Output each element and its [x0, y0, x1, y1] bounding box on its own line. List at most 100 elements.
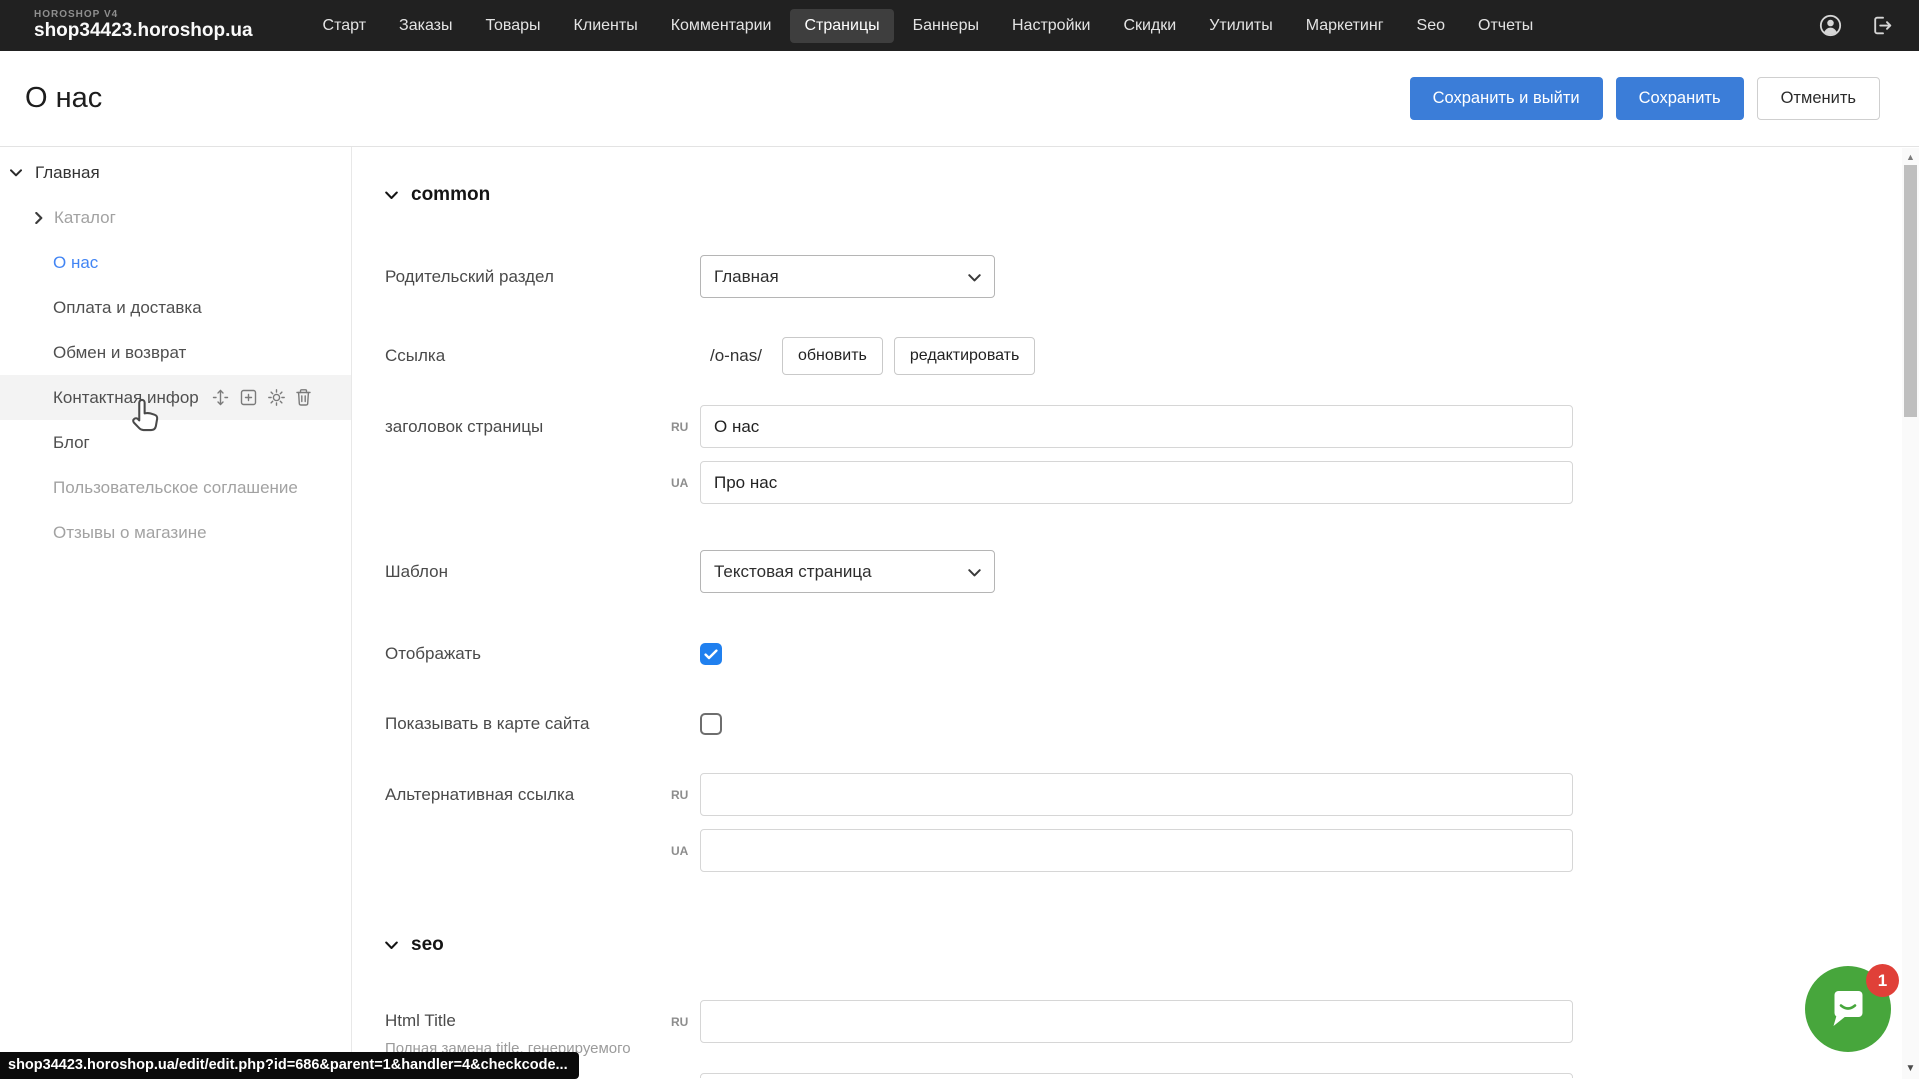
- topbar: HOROSHOP V4 shop34423.horoshop.ua Старт …: [0, 0, 1919, 51]
- lang-ru-badge: RU: [671, 1015, 688, 1029]
- field-label: Отображать: [385, 644, 700, 664]
- scrollbar-thumb[interactable]: [1904, 165, 1917, 417]
- brand-domain: shop34423.horoshop.ua: [34, 21, 253, 41]
- parent-section-row: Родительский раздел Главная: [385, 255, 1919, 298]
- display-row: Отображать: [385, 643, 1919, 665]
- nav-item-comments[interactable]: Комментарии: [657, 9, 786, 43]
- lang-ru-badge: RU: [671, 420, 688, 434]
- nav-item-utilities[interactable]: Утилиты: [1195, 9, 1287, 43]
- page-title-row: заголовок страницы RU UA: [385, 405, 1919, 504]
- pages-tree-sidebar: Главная Каталог О нас Оплата и доставка …: [0, 147, 352, 1078]
- section-seo-header[interactable]: seo: [385, 934, 1919, 956]
- nav-item-seo[interactable]: Seo: [1403, 9, 1459, 43]
- chevron-down-icon[interactable]: [10, 169, 22, 177]
- lang-ua-badge: UA: [671, 476, 688, 490]
- alt-link-ua-input[interactable]: [700, 829, 1573, 872]
- cancel-button[interactable]: Отменить: [1757, 77, 1880, 120]
- chat-button[interactable]: 1: [1805, 966, 1891, 1052]
- save-exit-button[interactable]: Сохранить и выйти: [1410, 77, 1603, 120]
- page-title-ua-input[interactable]: [700, 461, 1573, 504]
- sidebar-item-katalog[interactable]: Каталог: [0, 195, 351, 240]
- sidebar-item-label: Блог: [53, 433, 90, 453]
- html-title-ua-input[interactable]: [700, 1073, 1573, 1078]
- field-label: Ссылка: [385, 346, 700, 366]
- save-button[interactable]: Сохранить: [1616, 77, 1744, 120]
- nav-item-settings[interactable]: Настройки: [998, 9, 1104, 43]
- chevron-down-icon: [968, 267, 981, 287]
- select-value: Главная: [714, 267, 779, 287]
- template-select[interactable]: Текстовая страница: [700, 550, 995, 593]
- nav-item-products[interactable]: Товары: [472, 9, 555, 43]
- sidebar-item-o-nas[interactable]: О нас: [0, 240, 351, 285]
- gear-icon[interactable]: [267, 388, 286, 407]
- page-edit-form: common Родительский раздел Главная Ссылк…: [352, 147, 1919, 1078]
- nav-item-orders[interactable]: Заказы: [385, 9, 466, 43]
- html-title-ru-input[interactable]: [700, 1000, 1573, 1043]
- nav-item-discounts[interactable]: Скидки: [1109, 9, 1190, 43]
- brand-version: HOROSHOP V4: [34, 10, 253, 21]
- sidebar-item-obmen[interactable]: Обмен и возврат: [0, 330, 351, 375]
- template-row: Шаблон Текстовая страница: [385, 550, 1919, 593]
- link-edit-button[interactable]: редактировать: [894, 337, 1035, 375]
- chevron-right-icon[interactable]: [35, 212, 43, 224]
- sidebar-item-label: Обмен и возврат: [53, 343, 186, 363]
- field-label: Html Title: [385, 1011, 700, 1031]
- sidebar-item-label: Каталог: [54, 208, 116, 228]
- sidebar-item-label: Оплата и доставка: [53, 298, 202, 318]
- sidebar-item-glavnaya[interactable]: Главная: [0, 150, 351, 195]
- nav-item-clients[interactable]: Клиенты: [560, 9, 652, 43]
- link-refresh-button[interactable]: обновить: [782, 337, 883, 375]
- chat-bubble-icon: [1824, 983, 1872, 1036]
- move-icon[interactable]: [211, 388, 230, 407]
- page-title: О нас: [25, 82, 102, 115]
- sidebar-item-kontaktnaya[interactable]: Контактная инфор: [0, 375, 351, 420]
- user-account-icon[interactable]: [1817, 12, 1844, 39]
- page-title-ru-input[interactable]: [700, 405, 1573, 448]
- sidebar-item-label: Контактная инфор: [53, 388, 199, 408]
- field-label: Шаблон: [385, 562, 700, 582]
- page-header: О нас Сохранить и выйти Сохранить Отмени…: [0, 51, 1919, 147]
- trash-icon[interactable]: [295, 388, 312, 407]
- field-label: Родительский раздел: [385, 267, 700, 287]
- main-nav: Старт Заказы Товары Клиенты Комментарии …: [309, 9, 1548, 43]
- sidebar-item-label: О нас: [53, 253, 98, 273]
- scroll-down-arrow-icon[interactable]: ▼: [1902, 1063, 1919, 1074]
- sitemap-checkbox[interactable]: [700, 713, 722, 735]
- select-value: Текстовая страница: [714, 562, 872, 582]
- brand-logo[interactable]: HOROSHOP V4 shop34423.horoshop.ua: [34, 10, 253, 41]
- alt-link-ru-input[interactable]: [700, 773, 1573, 816]
- chevron-down-icon: [968, 562, 981, 582]
- logout-icon[interactable]: [1870, 13, 1895, 38]
- sitemap-row: Показывать в карте сайта: [385, 713, 1919, 735]
- html-title-row: Html Title Полная замена title, генериру…: [385, 1000, 1919, 1058]
- display-checkbox[interactable]: [700, 643, 722, 665]
- chevron-down-icon: [385, 184, 398, 206]
- field-label: Показывать в карте сайта: [385, 714, 700, 734]
- sidebar-item-blog[interactable]: Блог: [0, 420, 351, 465]
- html-title-ua-row: UA: [385, 1073, 1919, 1078]
- parent-section-select[interactable]: Главная: [700, 255, 995, 298]
- nav-item-pages[interactable]: Страницы: [790, 9, 893, 43]
- section-title: seo: [411, 934, 444, 956]
- nav-item-marketing[interactable]: Маркетинг: [1292, 9, 1398, 43]
- lang-ua-badge: UA: [671, 844, 688, 858]
- sidebar-item-agreement[interactable]: Пользовательское соглашение: [0, 465, 351, 510]
- field-label: Альтернативная ссылка: [385, 773, 700, 872]
- scroll-up-arrow-icon[interactable]: ▲: [1902, 152, 1919, 162]
- alt-link-row: Альтернативная ссылка RU UA: [385, 773, 1919, 872]
- sidebar-item-label: Главная: [35, 163, 100, 183]
- section-common-header[interactable]: common: [385, 184, 1919, 206]
- field-label: заголовок страницы: [385, 405, 700, 504]
- add-page-icon[interactable]: [239, 388, 258, 407]
- sidebar-item-oplata[interactable]: Оплата и доставка: [0, 285, 351, 330]
- chevron-down-icon: [385, 934, 398, 956]
- nav-item-banners[interactable]: Баннеры: [899, 9, 993, 43]
- nav-item-reports[interactable]: Отчеты: [1464, 9, 1547, 43]
- nav-item-start[interactable]: Старт: [309, 9, 380, 43]
- sidebar-item-reviews[interactable]: Отзывы о магазине: [0, 510, 351, 555]
- link-path-value: /o-nas/: [710, 346, 762, 366]
- link-row: Ссылка /o-nas/ обновить редактировать: [385, 337, 1919, 375]
- status-url-tooltip: shop34423.horoshop.ua/edit/edit.php?id=6…: [0, 1052, 579, 1079]
- sidebar-item-label: Пользовательское соглашение: [53, 478, 298, 498]
- scrollbar[interactable]: ▲ ▼: [1902, 148, 1919, 1079]
